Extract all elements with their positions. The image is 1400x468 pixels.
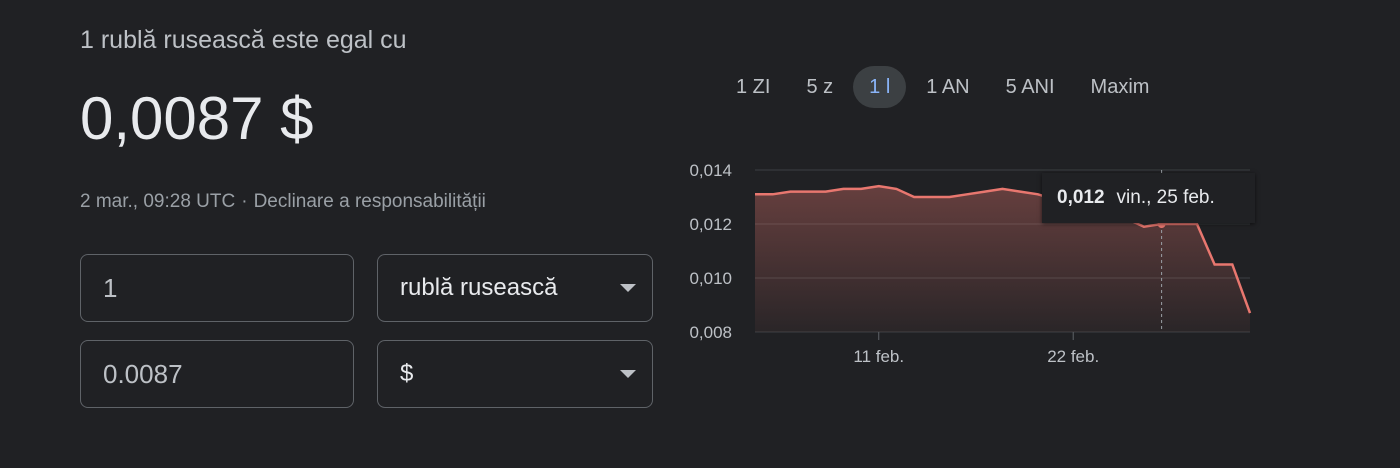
from-amount-field[interactable] [80,254,354,322]
disclaimer-link[interactable]: Declinare a responsabilității [254,191,486,212]
x-tick-label: 22 feb. [1047,347,1099,366]
from-amount-input[interactable] [81,255,353,321]
to-currency-label: $ [400,360,414,387]
tab-1-year[interactable]: 1 AN [910,66,985,108]
from-currency-select[interactable]: rublă rusească [377,254,653,322]
tab-5-days[interactable]: 5 z [790,66,849,108]
dropdown-caret-icon [620,284,636,292]
rate-timestamp: 2 mar., 09:28 UTC [80,191,236,212]
tab-1-month[interactable]: 1 l [853,66,907,108]
tab-max[interactable]: Maxim [1075,66,1166,108]
y-tick-label: 0,008 [689,323,732,342]
tooltip-date: vin., 25 feb. [1116,187,1215,208]
to-amount-input[interactable] [81,341,353,407]
conversion-subtitle: 1 rublă rusească este egal cu [80,26,407,54]
tab-1-day[interactable]: 1 ZI [720,66,786,108]
y-tick-label: 0,012 [689,215,732,234]
time-range-tabs: 1 ZI 5 z 1 l 1 AN 5 ANI Maxim [720,66,1169,108]
meta-separator: · [241,191,248,212]
to-amount-field[interactable] [80,340,354,408]
from-currency-label: rublă rusească [400,274,558,301]
y-tick-label: 0,010 [689,269,732,288]
chart-tooltip: 0,012 vin., 25 feb. [1042,173,1255,223]
to-currency-select[interactable]: $ [377,340,653,408]
rate-meta: 2 mar., 09:28 UTC · Declinare a responsabi… [80,191,486,213]
exchange-rate-value: 0,0087 $ [80,85,314,152]
tab-5-years[interactable]: 5 ANI [990,66,1071,108]
dropdown-caret-icon [620,370,636,378]
y-tick-label: 0,014 [689,161,732,180]
tooltip-value: 0,012 [1057,187,1105,208]
x-tick-label: 11 feb. [853,347,904,366]
